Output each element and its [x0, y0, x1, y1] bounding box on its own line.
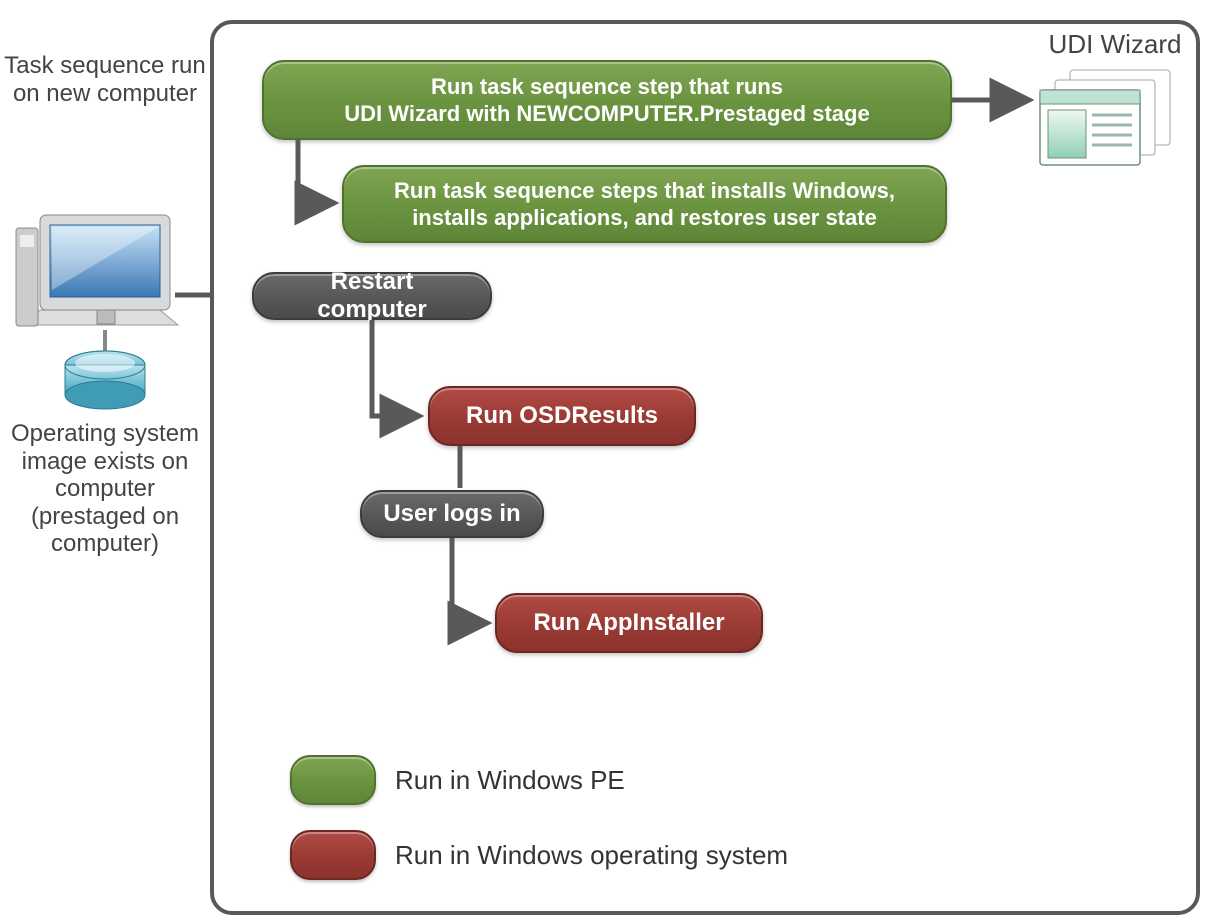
step-install-windows-line1: Run task sequence steps that installs Wi…: [394, 177, 895, 205]
step-run-osdresults-label: Run OSDResults: [466, 402, 658, 430]
step-install-windows-line2: installs applications, and restores user…: [394, 204, 895, 232]
legend-label-os: Run in Windows operating system: [395, 840, 788, 871]
legend-swatch-pe: [290, 755, 376, 805]
legend-swatch-os: [290, 830, 376, 880]
label-os-image: Operating system image exists on compute…: [0, 420, 210, 558]
step-run-udi-wizard-line2: UDI Wizard with NEWCOMPUTER.Prestaged st…: [344, 100, 869, 128]
database-icon: [65, 351, 145, 409]
step-restart-computer-label: Restart computer: [274, 268, 470, 324]
label-task-sequence: Task sequence run on new computer: [0, 52, 210, 107]
step-restart-computer: Restart computer: [252, 272, 492, 320]
step-user-logs-in: User logs in: [360, 490, 544, 538]
step-run-udi-wizard-line1: Run task sequence step that runs: [344, 73, 869, 101]
step-run-appinstaller-label: Run AppInstaller: [533, 609, 724, 637]
step-install-windows: Run task sequence steps that installs Wi…: [342, 165, 947, 243]
step-run-appinstaller: Run AppInstaller: [495, 593, 763, 653]
label-udi-wizard: UDI Wizard: [1035, 30, 1195, 60]
computer-icon: [16, 215, 178, 360]
step-run-osdresults: Run OSDResults: [428, 386, 696, 446]
step-run-udi-wizard: Run task sequence step that runs UDI Wiz…: [262, 60, 952, 140]
step-user-logs-in-label: User logs in: [383, 500, 520, 528]
legend-label-pe: Run in Windows PE: [395, 765, 625, 796]
